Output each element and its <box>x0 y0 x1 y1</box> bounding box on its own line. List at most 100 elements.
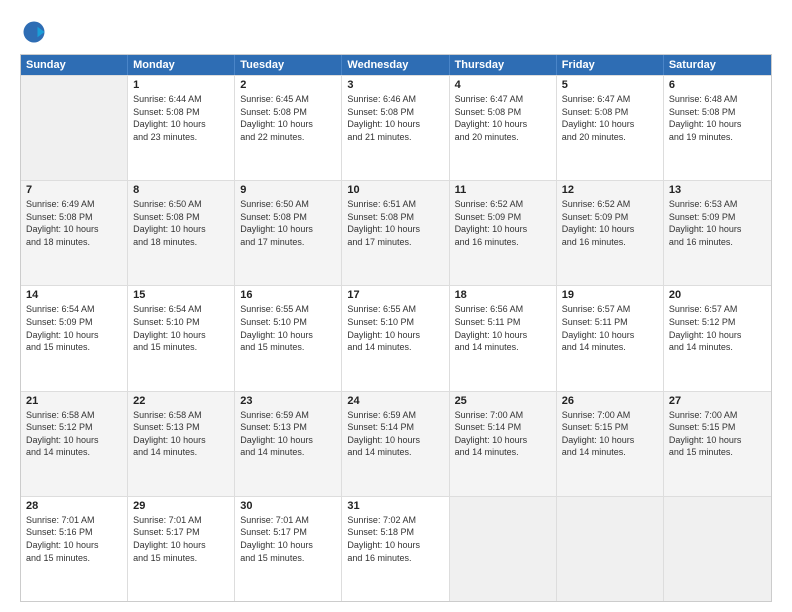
day-info: Sunrise: 6:50 AMSunset: 5:08 PMDaylight:… <box>133 198 229 248</box>
day-number: 1 <box>133 79 229 91</box>
day-info: Sunrise: 6:45 AMSunset: 5:08 PMDaylight:… <box>240 93 336 143</box>
day-number: 11 <box>455 184 551 196</box>
calendar-cell <box>450 497 557 601</box>
calendar-header-cell: Friday <box>557 55 664 75</box>
day-number: 26 <box>562 395 658 407</box>
calendar-cell: 26 Sunrise: 7:00 AMSunset: 5:15 PMDayligh… <box>557 392 664 496</box>
day-number: 30 <box>240 500 336 512</box>
day-info: Sunrise: 6:57 AMSunset: 5:11 PMDaylight:… <box>562 303 658 353</box>
calendar-cell: 13 Sunrise: 6:53 AMSunset: 5:09 PMDayligh… <box>664 181 771 285</box>
day-number: 23 <box>240 395 336 407</box>
calendar-cell: 6 Sunrise: 6:48 AMSunset: 5:08 PMDaylight… <box>664 76 771 180</box>
day-number: 6 <box>669 79 766 91</box>
day-info: Sunrise: 7:01 AMSunset: 5:17 PMDaylight:… <box>240 514 336 564</box>
calendar-body: 1 Sunrise: 6:44 AMSunset: 5:08 PMDaylight… <box>21 75 771 601</box>
day-info: Sunrise: 6:54 AMSunset: 5:10 PMDaylight:… <box>133 303 229 353</box>
header <box>20 18 772 46</box>
calendar-cell: 16 Sunrise: 6:55 AMSunset: 5:10 PMDayligh… <box>235 286 342 390</box>
calendar-header: SundayMondayTuesdayWednesdayThursdayFrid… <box>21 55 771 75</box>
calendar-cell: 12Sunrise: 6:52 AMSunset: 5:09 PMDayligh… <box>557 181 664 285</box>
calendar-cell: 7Sunrise: 6:49 AMSunset: 5:08 PMDaylight… <box>21 181 128 285</box>
day-number: 10 <box>347 184 443 196</box>
day-info: Sunrise: 6:50 AMSunset: 5:08 PMDaylight:… <box>240 198 336 248</box>
day-info: Sunrise: 6:47 AMSunset: 5:08 PMDaylight:… <box>455 93 551 143</box>
day-info: Sunrise: 7:00 AMSunset: 5:15 PMDaylight:… <box>669 409 766 459</box>
calendar-cell: 2 Sunrise: 6:45 AMSunset: 5:08 PMDaylight… <box>235 76 342 180</box>
day-info: Sunrise: 6:47 AMSunset: 5:08 PMDaylight:… <box>562 93 658 143</box>
calendar-row: 1 Sunrise: 6:44 AMSunset: 5:08 PMDaylight… <box>21 75 771 180</box>
day-info: Sunrise: 6:59 AMSunset: 5:14 PMDaylight:… <box>347 409 443 459</box>
calendar-cell: 27 Sunrise: 7:00 AMSunset: 5:15 PMDayligh… <box>664 392 771 496</box>
calendar-cell <box>557 497 664 601</box>
calendar-row: 7Sunrise: 6:49 AMSunset: 5:08 PMDaylight… <box>21 180 771 285</box>
calendar-cell: 22Sunrise: 6:58 AMSunset: 5:13 PMDayligh… <box>128 392 235 496</box>
calendar-cell: 29Sunrise: 7:01 AMSunset: 5:17 PMDayligh… <box>128 497 235 601</box>
logo-icon <box>20 18 48 46</box>
day-info: Sunrise: 6:55 AMSunset: 5:10 PMDaylight:… <box>240 303 336 353</box>
day-info: Sunrise: 6:59 AMSunset: 5:13 PMDaylight:… <box>240 409 336 459</box>
calendar-cell: 21Sunrise: 6:58 AMSunset: 5:12 PMDayligh… <box>21 392 128 496</box>
calendar-cell: 30 Sunrise: 7:01 AMSunset: 5:17 PMDayligh… <box>235 497 342 601</box>
page: SundayMondayTuesdayWednesdayThursdayFrid… <box>0 0 792 612</box>
calendar-cell <box>21 76 128 180</box>
calendar-cell: 1 Sunrise: 6:44 AMSunset: 5:08 PMDaylight… <box>128 76 235 180</box>
day-info: Sunrise: 6:51 AMSunset: 5:08 PMDaylight:… <box>347 198 443 248</box>
calendar-row: 21Sunrise: 6:58 AMSunset: 5:12 PMDayligh… <box>21 391 771 496</box>
day-info: Sunrise: 6:58 AMSunset: 5:13 PMDaylight:… <box>133 409 229 459</box>
day-number: 2 <box>240 79 336 91</box>
calendar-header-cell: Thursday <box>450 55 557 75</box>
day-number: 8 <box>133 184 229 196</box>
logo <box>20 18 52 46</box>
calendar-cell: 31 Sunrise: 7:02 AMSunset: 5:18 PMDayligh… <box>342 497 449 601</box>
day-number: 7 <box>26 184 122 196</box>
day-info: Sunrise: 7:01 AMSunset: 5:17 PMDaylight:… <box>133 514 229 564</box>
day-number: 18 <box>455 289 551 301</box>
day-info: Sunrise: 6:46 AMSunset: 5:08 PMDaylight:… <box>347 93 443 143</box>
calendar-cell: 9 Sunrise: 6:50 AMSunset: 5:08 PMDaylight… <box>235 181 342 285</box>
calendar-cell: 4 Sunrise: 6:47 AMSunset: 5:08 PMDaylight… <box>450 76 557 180</box>
day-number: 16 <box>240 289 336 301</box>
calendar-header-cell: Sunday <box>21 55 128 75</box>
calendar-cell: 3Sunrise: 6:46 AMSunset: 5:08 PMDaylight… <box>342 76 449 180</box>
day-number: 19 <box>562 289 658 301</box>
day-number: 9 <box>240 184 336 196</box>
calendar-cell: 25 Sunrise: 7:00 AMSunset: 5:14 PMDayligh… <box>450 392 557 496</box>
calendar-cell: 15 Sunrise: 6:54 AMSunset: 5:10 PMDayligh… <box>128 286 235 390</box>
day-number: 20 <box>669 289 766 301</box>
day-info: Sunrise: 6:44 AMSunset: 5:08 PMDaylight:… <box>133 93 229 143</box>
calendar-header-cell: Wednesday <box>342 55 449 75</box>
day-info: Sunrise: 6:56 AMSunset: 5:11 PMDaylight:… <box>455 303 551 353</box>
calendar-cell: 24Sunrise: 6:59 AMSunset: 5:14 PMDayligh… <box>342 392 449 496</box>
calendar-cell: 28 Sunrise: 7:01 AMSunset: 5:16 PMDayligh… <box>21 497 128 601</box>
calendar-cell: 23 Sunrise: 6:59 AMSunset: 5:13 PMDayligh… <box>235 392 342 496</box>
calendar-cell: 17 Sunrise: 6:55 AMSunset: 5:10 PMDayligh… <box>342 286 449 390</box>
calendar-cell: 11Sunrise: 6:52 AMSunset: 5:09 PMDayligh… <box>450 181 557 285</box>
calendar-cell: 10 Sunrise: 6:51 AMSunset: 5:08 PMDayligh… <box>342 181 449 285</box>
day-number: 25 <box>455 395 551 407</box>
day-info: Sunrise: 7:00 AMSunset: 5:14 PMDaylight:… <box>455 409 551 459</box>
calendar-cell: 8 Sunrise: 6:50 AMSunset: 5:08 PMDaylight… <box>128 181 235 285</box>
day-number: 5 <box>562 79 658 91</box>
calendar-header-cell: Tuesday <box>235 55 342 75</box>
day-number: 15 <box>133 289 229 301</box>
day-number: 12 <box>562 184 658 196</box>
day-number: 28 <box>26 500 122 512</box>
day-info: Sunrise: 7:02 AMSunset: 5:18 PMDaylight:… <box>347 514 443 564</box>
day-info: Sunrise: 6:53 AMSunset: 5:09 PMDaylight:… <box>669 198 766 248</box>
day-info: Sunrise: 7:01 AMSunset: 5:16 PMDaylight:… <box>26 514 122 564</box>
calendar-header-cell: Saturday <box>664 55 771 75</box>
day-number: 17 <box>347 289 443 301</box>
day-info: Sunrise: 6:55 AMSunset: 5:10 PMDaylight:… <box>347 303 443 353</box>
calendar: SundayMondayTuesdayWednesdayThursdayFrid… <box>20 54 772 602</box>
day-number: 13 <box>669 184 766 196</box>
calendar-cell: 18 Sunrise: 6:56 AMSunset: 5:11 PMDayligh… <box>450 286 557 390</box>
day-info: Sunrise: 6:48 AMSunset: 5:08 PMDaylight:… <box>669 93 766 143</box>
calendar-cell: 19 Sunrise: 6:57 AMSunset: 5:11 PMDayligh… <box>557 286 664 390</box>
day-number: 4 <box>455 79 551 91</box>
calendar-row: 28 Sunrise: 7:01 AMSunset: 5:16 PMDayligh… <box>21 496 771 601</box>
day-info: Sunrise: 7:00 AMSunset: 5:15 PMDaylight:… <box>562 409 658 459</box>
day-number: 31 <box>347 500 443 512</box>
calendar-row: 14Sunrise: 6:54 AMSunset: 5:09 PMDayligh… <box>21 285 771 390</box>
day-number: 27 <box>669 395 766 407</box>
calendar-cell <box>664 497 771 601</box>
